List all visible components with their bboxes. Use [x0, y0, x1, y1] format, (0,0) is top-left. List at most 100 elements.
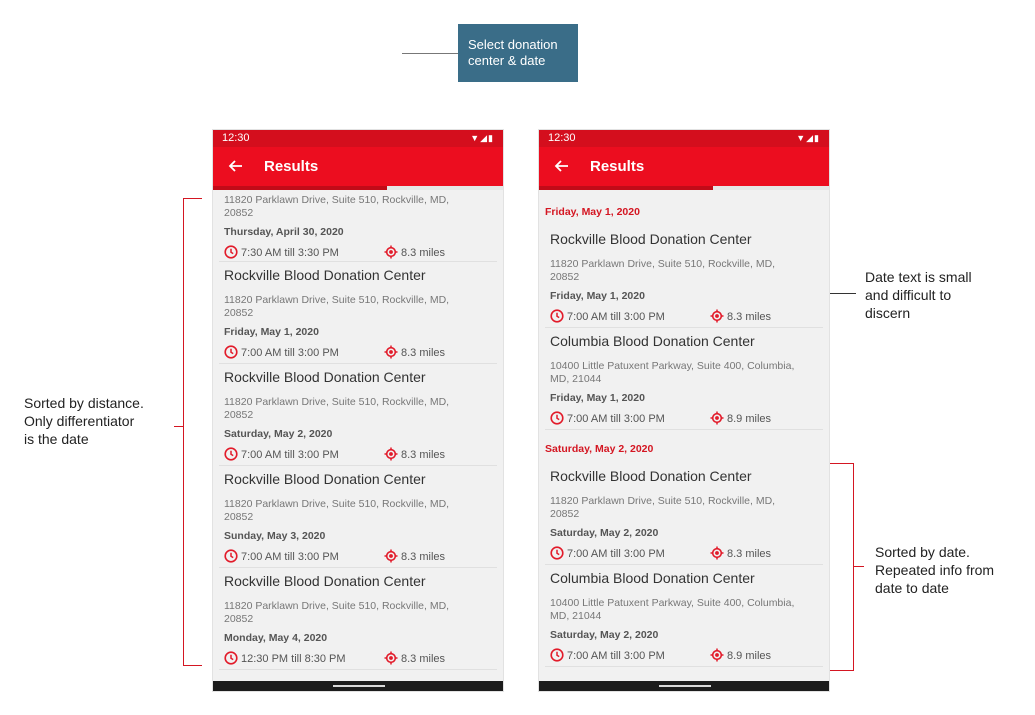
- center-address: 11820 Parklawn Drive, Suite 510, Rockvil…: [224, 498, 450, 523]
- distance-text: 8.9 miles: [727, 413, 772, 425]
- distance: 8.3 miles: [384, 651, 445, 667]
- right-phone-screen: 12:30 ▼◢▮ Results Friday, May 1, 2020 Roc…: [539, 130, 829, 691]
- status-icons: ▼◢▮: [796, 133, 820, 143]
- date-section-header: Friday, May 1, 2020: [545, 206, 640, 218]
- annotation-right-bracket: [853, 463, 854, 671]
- distance-text: 8.3 miles: [401, 449, 446, 461]
- back-arrow-icon[interactable]: [225, 155, 247, 177]
- time-range-text: 12:30 PM till 8:30 PM: [241, 653, 346, 665]
- status-icons: ▼◢▮: [470, 133, 494, 143]
- center-address: 11820 Parklawn Drive, Suite 510, Rockvil…: [224, 600, 450, 625]
- distance: 8.3 miles: [710, 309, 771, 325]
- location-target-icon: [384, 345, 398, 359]
- home-indicator[interactable]: [659, 685, 711, 687]
- appointment-date: Saturday, May 2, 2020: [224, 428, 333, 440]
- distance-text: 8.3 miles: [401, 347, 446, 359]
- time-range: 7:00 AM till 3:00 PM: [550, 648, 665, 664]
- annotation-right-bottom: Sorted by date. Repeated info from date …: [875, 544, 995, 596]
- result-card[interactable]: Rockville Blood Donation Center 11820 Par…: [219, 262, 497, 364]
- center-address: 11820 Parklawn Drive, Suite 510, Rockvil…: [550, 495, 776, 520]
- distance: 8.9 miles: [710, 648, 771, 664]
- result-card[interactable]: 11820 Parklawn Drive, Suite 510, Rockvil…: [219, 190, 497, 262]
- result-card[interactable]: Rockville Blood Donation Center 11820 Par…: [545, 463, 823, 565]
- distance-text: 8.3 miles: [727, 548, 772, 560]
- page-title: Results: [590, 158, 645, 175]
- distance-text: 8.9 miles: [727, 650, 772, 662]
- time-range: 7:00 AM till 3:00 PM: [550, 546, 665, 562]
- location-target-icon: [384, 447, 398, 461]
- back-arrow-icon[interactable]: [551, 155, 573, 177]
- location-target-icon: [710, 411, 724, 425]
- time-range-text: 7:00 AM till 3:00 PM: [567, 311, 665, 323]
- time-range: 7:00 AM till 3:00 PM: [224, 447, 339, 463]
- clock-icon: [550, 648, 564, 662]
- location-target-icon: [710, 546, 724, 560]
- center-address: 11820 Parklawn Drive, Suite 510, Rockvil…: [224, 294, 450, 319]
- appointment-date: Friday, May 1, 2020: [550, 392, 645, 404]
- center-name: Rockville Blood Donation Center: [550, 468, 752, 484]
- annotation-connector: [402, 53, 458, 54]
- result-card[interactable]: Columbia Blood Donation Center 10400 Litt…: [545, 328, 823, 430]
- annotation-left-bracket-bottom: [183, 665, 202, 666]
- annotation-left-bracket: [183, 198, 184, 665]
- appointment-date: Saturday, May 2, 2020: [550, 629, 659, 641]
- center-address: 11820 Parklawn Drive, Suite 510, Rockvil…: [550, 258, 776, 283]
- time-range-text: 7:00 AM till 3:00 PM: [241, 551, 339, 563]
- clock-icon: [550, 309, 564, 323]
- annotation-right-tick: [853, 566, 864, 567]
- annotation-left-bracket-top: [183, 198, 202, 199]
- system-nav-bar: [539, 681, 829, 691]
- results-list[interactable]: Friday, May 1, 2020 Rockville Blood Donat…: [539, 190, 829, 681]
- status-bar: 12:30 ▼◢▮: [539, 130, 829, 147]
- time-range-text: 7:00 AM till 3:00 PM: [567, 413, 665, 425]
- appointment-date: Friday, May 1, 2020: [224, 326, 319, 338]
- date-section-header: Saturday, May 2, 2020: [545, 443, 654, 455]
- time-range: 7:30 AM till 3:30 PM: [224, 245, 339, 261]
- distance: 8.3 miles: [384, 549, 445, 565]
- app-bar: Results: [539, 147, 829, 187]
- clock-icon: [224, 651, 238, 665]
- center-address: 11820 Parklawn Drive, Suite 510, Rockvil…: [224, 396, 450, 421]
- annotation-left-tick: [174, 426, 183, 427]
- time-range-text: 7:30 AM till 3:30 PM: [241, 247, 339, 259]
- distance: 8.3 miles: [710, 546, 771, 562]
- clock-icon: [224, 245, 238, 259]
- location-target-icon: [384, 549, 398, 563]
- distance-text: 8.3 miles: [401, 653, 446, 665]
- center-name: Rockville Blood Donation Center: [224, 573, 426, 589]
- center-name: Rockville Blood Donation Center: [224, 471, 426, 487]
- center-address: 10400 Little Patuxent Parkway, Suite 400…: [550, 597, 795, 622]
- time-range: 7:00 AM till 3:00 PM: [224, 345, 339, 361]
- result-card[interactable]: Rockville Blood Donation Center 11820 Par…: [219, 568, 497, 670]
- center-address: 11820 Parklawn Drive, Suite 510, Rockvil…: [224, 194, 450, 219]
- time-range-text: 7:00 AM till 3:00 PM: [567, 650, 665, 662]
- home-indicator[interactable]: [333, 685, 385, 687]
- clock-icon: [224, 447, 238, 461]
- result-card[interactable]: Rockville Blood Donation Center 11820 Par…: [219, 364, 497, 466]
- results-list[interactable]: 11820 Parklawn Drive, Suite 510, Rockvil…: [213, 190, 503, 681]
- location-target-icon: [384, 245, 398, 259]
- distance-text: 8.3 miles: [401, 551, 446, 563]
- result-card[interactable]: Rockville Blood Donation Center 11820 Par…: [545, 226, 823, 328]
- center-name: Rockville Blood Donation Center: [550, 231, 752, 247]
- appointment-date: Friday, May 1, 2020: [550, 290, 645, 302]
- time-range-text: 7:00 AM till 3:00 PM: [567, 548, 665, 560]
- annotation-top-box: Select donation center & date: [458, 24, 578, 82]
- time-range: 7:00 AM till 3:00 PM: [550, 411, 665, 427]
- distance-text: 8.3 miles: [727, 311, 772, 323]
- annotation-right-top: Date text is small and difficult to disc…: [865, 269, 972, 321]
- distance-text: 8.3 miles: [401, 247, 446, 259]
- center-address: 10400 Little Patuxent Parkway, Suite 400…: [550, 360, 795, 385]
- result-card[interactable]: Rockville Blood Donation Center 11820 Par…: [219, 466, 497, 568]
- result-card[interactable]: Columbia Blood Donation Center 10400 Litt…: [545, 565, 823, 667]
- distance: 8.3 miles: [384, 447, 445, 463]
- time-range: 12:30 PM till 8:30 PM: [224, 651, 346, 667]
- distance: 8.9 miles: [710, 411, 771, 427]
- location-target-icon: [710, 309, 724, 323]
- page-title: Results: [264, 158, 319, 175]
- annotation-left: Sorted by distance. Only differentiator …: [24, 395, 144, 447]
- clock-icon: [224, 345, 238, 359]
- time-range-text: 7:00 AM till 3:00 PM: [241, 347, 339, 359]
- location-target-icon: [710, 648, 724, 662]
- center-name: Columbia Blood Donation Center: [550, 570, 755, 586]
